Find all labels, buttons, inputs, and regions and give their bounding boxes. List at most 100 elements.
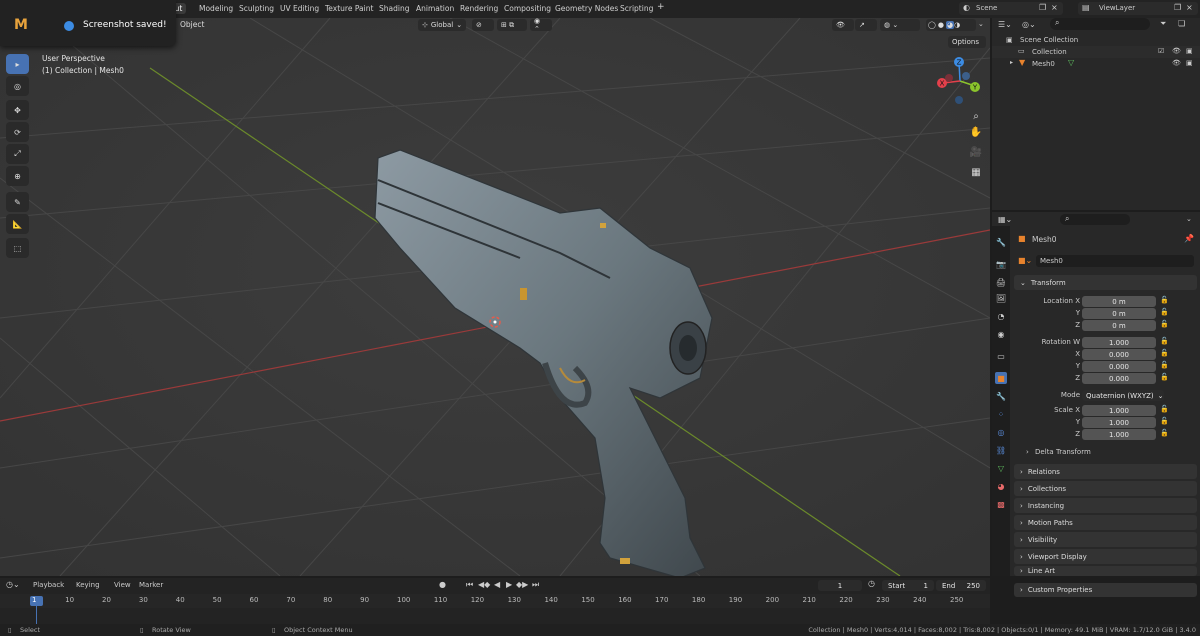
viewport-display-panel[interactable]: › Viewport Display (1014, 549, 1197, 564)
scene-tab-icon[interactable]: ◔ (995, 310, 1007, 322)
clock-icon[interactable]: ◷⌄ (6, 580, 20, 589)
lock-icon[interactable]: 🔓 (1160, 349, 1169, 357)
delta-transform-subpanel[interactable]: › Delta Transform (1026, 448, 1091, 456)
outliner-row-collection[interactable]: ▭ Collection ☑ 👁 ▣ (992, 46, 1200, 58)
expand-arrow-icon[interactable]: ▸ (1010, 59, 1013, 66)
world-tab-icon[interactable]: ◉ (995, 328, 1007, 340)
play-icon[interactable]: ▶ (506, 580, 512, 589)
outliner-row-mesh0[interactable]: ▸ ▼ Mesh0 ▽ 👁 ▣ (992, 58, 1200, 70)
view-layer-tab-icon[interactable]: 🖼 (995, 292, 1007, 304)
tab-uv-editing[interactable]: UV Editing (276, 3, 323, 14)
next-keyframe-icon[interactable]: ◆▶ (516, 580, 528, 589)
scale-x-field[interactable]: 1.000 (1082, 405, 1156, 416)
visibility-panel[interactable]: › Visibility (1014, 532, 1197, 547)
material-shading-icon[interactable]: ◕ (945, 21, 955, 29)
view-menu[interactable]: View (114, 581, 131, 589)
copy-icon[interactable]: ❐ (1039, 3, 1046, 12)
relations-panel[interactable]: › Relations (1014, 464, 1197, 479)
navigation-gizmo[interactable]: Y Z X (935, 56, 985, 106)
lock-icon[interactable]: 🔓 (1160, 308, 1169, 316)
outliner[interactable]: ☰⌄ ◎⌄ ⌕ ⏷ ❏ ▣ Scene Collection ▭ Collect… (992, 18, 1200, 210)
physics-tab-icon[interactable]: ◎ (995, 426, 1007, 438)
scene-selector[interactable]: ◐ Scene ❐ × (959, 2, 1063, 15)
object-name-field[interactable]: Mesh0 (1036, 255, 1194, 267)
tab-sculpting[interactable]: Sculpting (235, 3, 278, 14)
collection-tab-icon[interactable]: ▭ (995, 350, 1007, 362)
jump-end-icon[interactable]: ⏭ (532, 580, 539, 590)
tool-tab-icon[interactable]: 🔧 (995, 236, 1007, 248)
pivot-point-button[interactable]: ⊘ (472, 19, 494, 31)
object-datablock-icon[interactable]: ■⌄ (1018, 256, 1032, 265)
shading-modes[interactable]: ◯ ● ◕ ◑ (926, 19, 976, 31)
measure-tool[interactable]: 📐 (6, 214, 29, 234)
rotation-mode-dropdown[interactable]: Quaternion (WXYZ) ⌄ (1082, 390, 1164, 401)
pin-icon[interactable]: 📌 (1184, 234, 1194, 243)
record-icon[interactable]: ● (439, 580, 446, 589)
tab-shading[interactable]: Shading (375, 3, 413, 14)
location-z-field[interactable]: 0 m (1082, 320, 1156, 331)
texture-tab-icon[interactable]: ▩ (995, 498, 1007, 510)
end-frame-field[interactable]: End 250 (936, 580, 986, 591)
tab-scripting[interactable]: Scripting (616, 3, 657, 14)
modifier-tab-icon[interactable]: 🔧 (995, 390, 1007, 402)
camera-icon[interactable]: ▣ (1186, 59, 1193, 67)
view-layer-selector[interactable]: ▤ ViewLayer ❐ × (1078, 2, 1198, 15)
constraints-tab-icon[interactable]: ⛓ (995, 444, 1007, 456)
rotate-tool[interactable]: ⟳ (6, 122, 29, 142)
copy-icon[interactable]: ❐ (1174, 3, 1181, 12)
add-workspace-button[interactable]: + (653, 1, 669, 13)
rendered-shading-icon[interactable]: ◑ (954, 21, 960, 29)
material-tab-icon[interactable]: ◕ (995, 480, 1007, 492)
current-frame-field[interactable]: 1 (818, 580, 862, 591)
play-reverse-icon[interactable]: ◀ (494, 580, 500, 589)
add-cube-tool[interactable]: ⬚ (6, 238, 29, 258)
data-tab-icon[interactable]: ▽ (995, 462, 1007, 474)
gizmo-toggle[interactable]: ↗ (855, 19, 877, 31)
particles-tab-icon[interactable]: ⁘ (995, 408, 1007, 420)
lock-icon[interactable]: 🔓 (1160, 361, 1169, 369)
output-tab-icon[interactable]: 🖨 (995, 276, 1007, 288)
location-x-field[interactable]: 0 m (1082, 296, 1156, 307)
location-y-field[interactable]: 0 m (1082, 308, 1156, 319)
hand-icon[interactable]: ✋ (968, 124, 984, 140)
tab-texture-paint[interactable]: Texture Paint (321, 3, 377, 14)
lock-icon[interactable]: 🔓 (1160, 405, 1169, 413)
lock-icon[interactable]: 🔓 (1160, 320, 1169, 328)
lock-icon[interactable]: 🔓 (1160, 296, 1169, 304)
tab-modeling[interactable]: Modeling (195, 3, 237, 14)
keying-menu[interactable]: Keying (76, 581, 100, 589)
marker-menu[interactable]: Marker (139, 581, 163, 589)
checkbox-icon[interactable]: ☑ (1158, 47, 1164, 55)
wireframe-shading-icon[interactable]: ◯ (928, 21, 936, 29)
prev-keyframe-icon[interactable]: ◀◆ (478, 580, 490, 589)
tab-compositing[interactable]: Compositing (500, 3, 555, 14)
render-tab-icon[interactable]: 📷 (995, 258, 1007, 270)
cursor-tool[interactable]: ◎ (6, 76, 29, 96)
properties-editor[interactable]: ▦⌄ ⌕ ⌄ 🔧 📷 🖨 🖼 ◔ ◉ ▭ ■ 🔧 ⁘ ◎ ⛓ ▽ ◕ ▩ ■ M… (992, 212, 1200, 576)
lock-icon[interactable]: 🔓 (1160, 337, 1169, 345)
lock-icon[interactable]: 🔓 (1160, 373, 1169, 381)
collections-panel[interactable]: › Collections (1014, 481, 1197, 496)
timeline[interactable]: ◷⌄ Playback Keying View Marker ● ⏮ ◀◆ ◀ … (0, 578, 990, 624)
camera-icon[interactable]: ▣ (1186, 47, 1193, 55)
transform-orientation-dropdown[interactable]: ⊹ Global ⌄ (418, 19, 466, 31)
rotation-z-field[interactable]: 0.000 (1082, 373, 1156, 384)
rotation-x-field[interactable]: 0.000 (1082, 349, 1156, 360)
close-icon[interactable]: × (1051, 3, 1058, 12)
stopwatch-icon[interactable]: ◷ (868, 579, 875, 588)
jump-start-icon[interactable]: ⏮ (466, 580, 473, 590)
options-icon[interactable]: ⌄ (1186, 215, 1192, 223)
object-tab-icon[interactable]: ■ (995, 372, 1007, 384)
close-icon[interactable]: × (1186, 3, 1193, 12)
snap-button[interactable]: ⊞ ⧉ (497, 19, 527, 31)
new-collection-icon[interactable]: ❏ (1178, 19, 1185, 28)
proportional-edit-button[interactable]: ◉ ⌃ (530, 18, 552, 33)
filter-icon[interactable]: ◎⌄ (1022, 20, 1036, 29)
solid-shading-icon[interactable]: ● (938, 21, 944, 29)
transform-panel-header[interactable]: ⌄ Transform (1014, 275, 1197, 290)
outliner-search-input[interactable]: ⌕ (1050, 18, 1150, 30)
scale-y-field[interactable]: 1.000 (1082, 417, 1156, 428)
eye-icon[interactable]: 👁 (1172, 59, 1181, 67)
instancing-panel[interactable]: › Instancing (1014, 498, 1197, 513)
transform-tool[interactable]: ⊕ (6, 166, 29, 186)
